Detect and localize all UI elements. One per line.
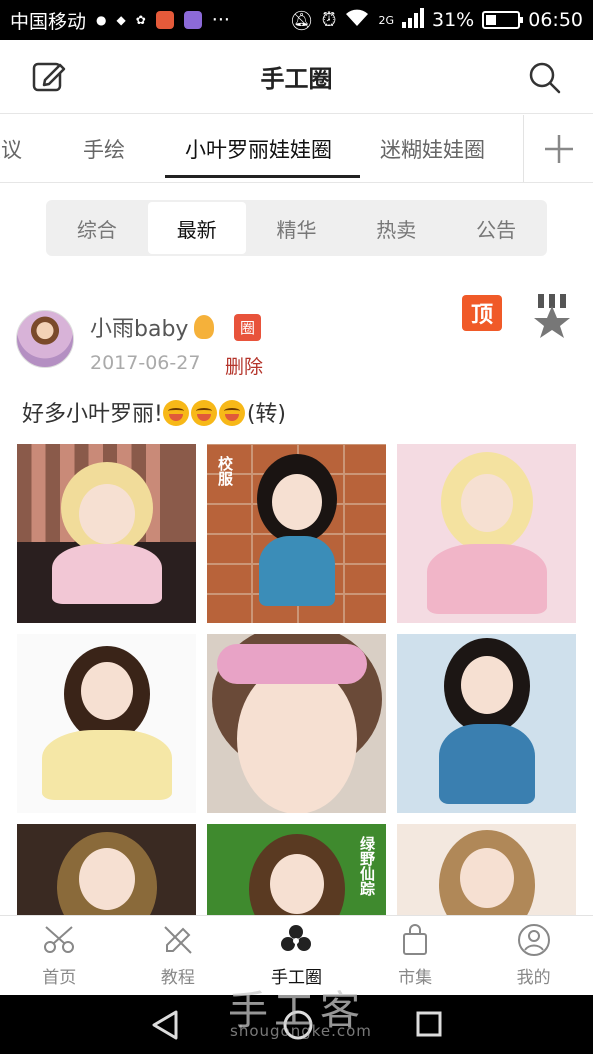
status-bar: 中国移动 ● ◆ ✿ ··· 🔕︎ ⏰︎ 2G 31% 06:50 xyxy=(0,0,593,40)
more-notifications-icon: ··· xyxy=(211,9,230,31)
notification-icon: ● xyxy=(96,13,107,27)
filter-latest[interactable]: 最新 xyxy=(147,202,246,254)
post-photo[interactable] xyxy=(397,444,576,623)
search-icon[interactable] xyxy=(527,60,563,96)
post-author[interactable]: 小雨baby xyxy=(90,311,215,343)
nav-label: 市集 xyxy=(398,968,433,988)
post-photo[interactable] xyxy=(397,634,576,813)
user-icon xyxy=(517,924,550,956)
post-photo[interactable] xyxy=(17,634,196,813)
app-notification-icon xyxy=(183,11,202,29)
post-photo[interactable] xyxy=(207,634,386,813)
app-header: 手工圈 xyxy=(0,40,593,114)
shopping-bag-icon xyxy=(403,924,428,955)
circle-tabs: 建议 手绘 小叶罗丽娃娃圈 迷糊娃娃圈 xyxy=(0,115,593,183)
app-notification-icon xyxy=(155,11,174,29)
filter-announcement[interactable]: 公告 xyxy=(447,202,545,254)
filter-featured[interactable]: 精华 xyxy=(248,202,346,254)
photo-caption: 绿野仙踪 xyxy=(358,836,376,896)
active-tab-indicator xyxy=(165,175,360,178)
battery-icon xyxy=(482,11,524,29)
back-icon[interactable] xyxy=(150,1009,180,1041)
wifi-icon xyxy=(344,8,370,33)
nav-label: 我的 xyxy=(516,968,551,988)
nav-home[interactable]: 首页 xyxy=(0,916,119,995)
scissors-icon xyxy=(44,926,75,953)
delete-button[interactable]: 删除 xyxy=(225,352,263,379)
laughing-emoji-icon xyxy=(162,400,189,426)
laughing-emoji-icon xyxy=(218,400,245,426)
edit-icon[interactable] xyxy=(30,58,68,96)
post-date: 2017-06-27 xyxy=(90,352,201,374)
filter-segment: 综合 最新 精华 热卖 公告 xyxy=(46,200,547,256)
nav-tutorial[interactable]: 教程 xyxy=(119,916,238,995)
filter-hot-sale[interactable]: 热卖 xyxy=(347,202,445,254)
post-photo[interactable]: 校服 xyxy=(207,444,386,623)
nav-market[interactable]: 市集 xyxy=(356,916,475,995)
tab-hand-drawing[interactable]: 手绘 xyxy=(83,115,125,182)
tutorial-icon xyxy=(164,926,192,954)
notification-icon: ◆ xyxy=(116,13,126,27)
plus-icon xyxy=(544,135,573,163)
notification-icon: ✿ xyxy=(135,13,146,27)
nav-label: 首页 xyxy=(42,968,77,988)
battery-percent: 31% xyxy=(432,9,475,31)
nav-label: 教程 xyxy=(160,968,195,988)
pinned-badge: 顶 xyxy=(462,295,502,331)
post-text-main: 好多小叶罗丽! xyxy=(22,402,163,427)
nav-profile[interactable]: 我的 xyxy=(474,916,593,995)
watermark-url: shougongke.com xyxy=(230,1022,372,1040)
post-text: 好多小叶罗丽! (转) xyxy=(22,396,286,428)
page-title: 手工圈 xyxy=(260,65,333,93)
baby-emoji-icon xyxy=(194,315,215,339)
avatar[interactable] xyxy=(16,310,74,368)
laughing-emoji-icon xyxy=(190,400,217,426)
network-type: 2G xyxy=(378,13,394,27)
circle-member-badge: 圈 xyxy=(234,314,261,341)
tab-xiaoye-doll-circle[interactable]: 小叶罗丽娃娃圈 xyxy=(185,115,332,182)
photo-caption: 校服 xyxy=(216,456,234,486)
post-photo[interactable] xyxy=(17,444,196,623)
filter-comprehensive[interactable]: 综合 xyxy=(48,202,146,254)
recent-apps-icon[interactable] xyxy=(415,1010,443,1038)
author-name: 小雨baby xyxy=(90,317,189,342)
carrier-label: 中国移动 xyxy=(10,10,87,33)
mute-icon: 🔕︎ xyxy=(289,9,314,32)
tab-mihu-doll-circle[interactable]: 迷糊娃娃圈 xyxy=(380,115,485,182)
circle-flower-icon xyxy=(281,925,312,951)
medal-icon xyxy=(532,292,572,338)
signal-icon xyxy=(402,7,424,33)
tab-suggestion[interactable]: 建议 xyxy=(0,115,22,182)
post-text-suffix: (转) xyxy=(246,402,286,427)
clock: 06:50 xyxy=(528,9,583,31)
alarm-icon: ⏰︎ xyxy=(321,9,337,31)
add-circle-button[interactable] xyxy=(523,115,593,182)
